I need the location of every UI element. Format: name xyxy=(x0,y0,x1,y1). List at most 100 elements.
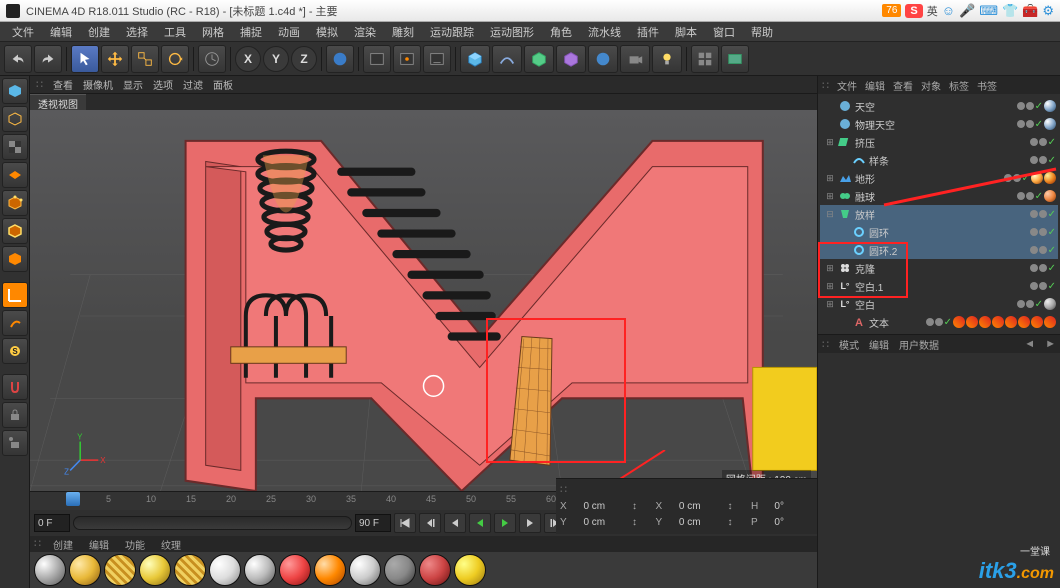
object-name[interactable]: 空白 xyxy=(855,297,1014,312)
visibility-dot[interactable] xyxy=(1030,210,1038,218)
model-mode-button[interactable] xyxy=(2,106,28,132)
y-axis-toggle[interactable]: Y xyxy=(263,46,289,72)
timeline-range-slider[interactable] xyxy=(73,516,352,530)
workplane-button[interactable] xyxy=(2,162,28,188)
mat-tab-create[interactable]: 创建 xyxy=(45,536,81,552)
planar-workplane-button[interactable] xyxy=(2,430,28,456)
menu-create[interactable]: 创建 xyxy=(80,22,118,42)
render-dot[interactable] xyxy=(1026,102,1034,110)
object-row[interactable]: 圆环✓ xyxy=(820,223,1058,241)
move-tool[interactable] xyxy=(101,45,129,73)
menu-plugins[interactable]: 插件 xyxy=(629,22,667,42)
visibility-dot[interactable] xyxy=(926,318,934,326)
rotate-tool[interactable] xyxy=(161,45,189,73)
visibility-dot[interactable] xyxy=(1030,264,1038,272)
enable-check-icon[interactable]: ✓ xyxy=(1035,191,1043,202)
material-ball[interactable] xyxy=(279,554,311,586)
object-row[interactable]: ⊞ 融球 ✓ xyxy=(820,187,1058,205)
add-spline-button[interactable] xyxy=(492,45,522,73)
timeline-start-input[interactable] xyxy=(34,514,70,532)
make-editable-button[interactable] xyxy=(2,78,28,104)
visibility-dot[interactable] xyxy=(1004,174,1012,182)
prev-frame-button[interactable] xyxy=(444,513,466,533)
ime-toolbox-icon[interactable]: 🧰 xyxy=(1022,3,1038,19)
mat-tab-texture[interactable]: 纹理 xyxy=(153,536,189,552)
menu-tracker[interactable]: 运动跟踪 xyxy=(422,22,482,42)
om-tab-view[interactable]: 查看 xyxy=(893,78,913,93)
ime-gear-icon[interactable]: ⚙ xyxy=(1042,3,1054,19)
menu-window[interactable]: 窗口 xyxy=(705,22,743,42)
tag-icon[interactable] xyxy=(1044,172,1056,184)
material-ball[interactable] xyxy=(244,554,276,586)
next-frame-button[interactable] xyxy=(519,513,541,533)
menu-render[interactable]: 渲染 xyxy=(346,22,384,42)
material-ball[interactable] xyxy=(454,554,486,586)
visibility-dot[interactable] xyxy=(1030,246,1038,254)
enable-check-icon[interactable]: ✓ xyxy=(1048,281,1056,292)
object-name[interactable]: 挤压 xyxy=(855,135,1027,150)
render-dot[interactable] xyxy=(1039,264,1047,272)
tag-icon[interactable] xyxy=(966,316,978,328)
om-tab-edit[interactable]: 编辑 xyxy=(865,78,885,93)
enable-check-icon[interactable]: ✓ xyxy=(1048,227,1056,238)
expand-icon[interactable]: ⊞ xyxy=(825,191,835,202)
axis-button[interactable] xyxy=(2,282,28,308)
tag-icon[interactable] xyxy=(1018,316,1030,328)
visibility-dot[interactable] xyxy=(1030,138,1038,146)
object-name[interactable]: 融球 xyxy=(855,189,1014,204)
render-dot[interactable] xyxy=(1026,300,1034,308)
render-dot[interactable] xyxy=(1039,138,1047,146)
point-mode-button[interactable] xyxy=(2,190,28,216)
texture-mode-button[interactable] xyxy=(2,134,28,160)
polygon-mode-button[interactable] xyxy=(2,246,28,272)
play-forward-button[interactable] xyxy=(494,513,516,533)
viewport[interactable]: X Y Z 网格间距 : 100 cm xyxy=(30,110,817,491)
object-name[interactable]: 样条 xyxy=(869,153,1027,168)
enable-check-icon[interactable]: ✓ xyxy=(1048,209,1056,220)
history-button[interactable] xyxy=(198,45,226,73)
tag-icon[interactable] xyxy=(992,316,1004,328)
redo-button[interactable] xyxy=(34,45,62,73)
enable-check-icon[interactable]: ✓ xyxy=(1035,299,1043,310)
enable-check-icon[interactable]: ✓ xyxy=(1035,119,1043,130)
tag-icon[interactable] xyxy=(1044,316,1056,328)
coord-sx-value[interactable]: 0 cm xyxy=(679,501,718,512)
expand-icon[interactable]: ⊞ xyxy=(825,281,835,292)
render-dot[interactable] xyxy=(1039,246,1047,254)
options-menu[interactable]: 选项 xyxy=(153,77,173,92)
enable-check-icon[interactable]: ✓ xyxy=(944,317,952,328)
menu-file[interactable]: 文件 xyxy=(4,22,42,42)
material-shelf[interactable] xyxy=(30,552,817,588)
undo-button[interactable] xyxy=(4,45,32,73)
object-row[interactable]: A文本✓ xyxy=(820,313,1058,331)
ime-lang[interactable]: 英 xyxy=(927,3,938,19)
enable-check-icon[interactable]: ✓ xyxy=(1048,155,1056,166)
display-menu[interactable]: 显示 xyxy=(123,77,143,92)
om-tab-file[interactable]: 文件 xyxy=(837,78,857,93)
add-camera-button[interactable] xyxy=(620,45,650,73)
expand-icon[interactable]: ⊞ xyxy=(825,173,835,184)
render-dot[interactable] xyxy=(1039,156,1047,164)
coord-x-value[interactable]: 0 cm xyxy=(583,501,622,512)
viewport-solo-button[interactable]: S xyxy=(2,338,28,364)
edge-mode-button[interactable] xyxy=(2,218,28,244)
scale-tool[interactable] xyxy=(131,45,159,73)
enable-check-icon[interactable]: ✓ xyxy=(1048,263,1056,274)
timeline-end-input[interactable] xyxy=(355,514,391,532)
render-dot[interactable] xyxy=(1026,192,1034,200)
object-name[interactable]: 天空 xyxy=(855,99,1014,114)
render-dot[interactable] xyxy=(1026,120,1034,128)
add-light-button[interactable] xyxy=(652,45,682,73)
expand-icon[interactable]: ⊞ xyxy=(825,299,835,310)
tag-icon[interactable] xyxy=(1044,298,1056,310)
object-row[interactable]: 圆环.2✓ xyxy=(820,241,1058,259)
visibility-dot[interactable] xyxy=(1017,120,1025,128)
object-name[interactable]: 圆环.2 xyxy=(869,243,1027,258)
snap-button[interactable] xyxy=(2,374,28,400)
object-row[interactable]: ⊞L°空白✓ xyxy=(820,295,1058,313)
object-row[interactable]: ⊞克隆✓ xyxy=(820,259,1058,277)
menu-script[interactable]: 脚本 xyxy=(667,22,705,42)
menu-select[interactable]: 选择 xyxy=(118,22,156,42)
om-tab-tags[interactable]: 标签 xyxy=(949,78,969,93)
content-browser-button[interactable] xyxy=(721,45,749,73)
